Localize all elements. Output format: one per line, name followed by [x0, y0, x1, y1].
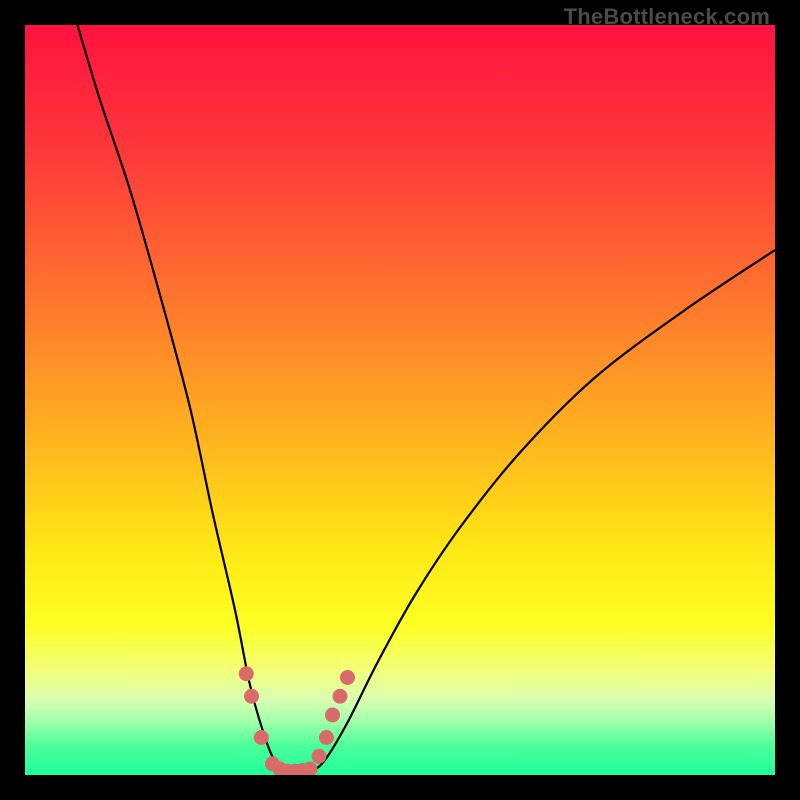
- valley-dot: [312, 749, 327, 764]
- gradient-background: [25, 25, 775, 775]
- valley-dot: [340, 670, 355, 685]
- chart-svg: [25, 25, 775, 775]
- outer-black-frame: TheBottleneck.com: [0, 0, 800, 800]
- valley-dot: [319, 730, 334, 745]
- valley-dot: [325, 708, 340, 723]
- valley-dot: [254, 730, 269, 745]
- plot-area: [25, 25, 775, 775]
- valley-dot: [333, 689, 348, 704]
- valley-dot: [244, 689, 259, 704]
- valley-dot: [239, 666, 254, 681]
